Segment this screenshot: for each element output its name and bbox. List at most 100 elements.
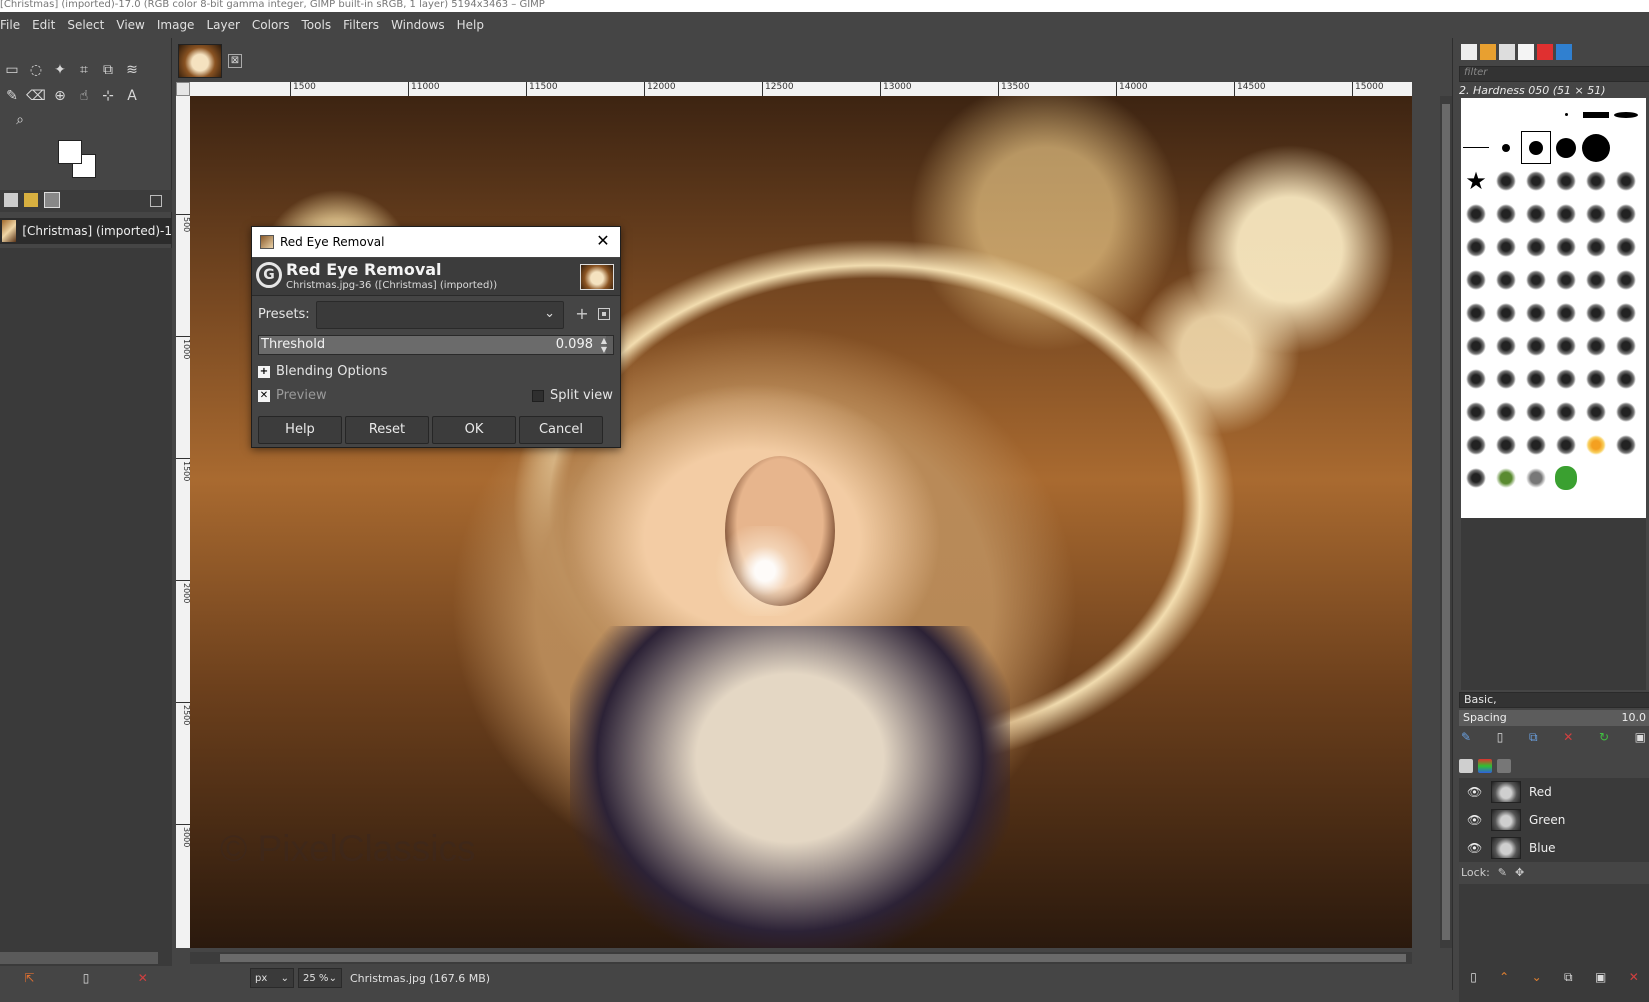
brush-item[interactable] [1581, 164, 1611, 197]
brush-item[interactable] [1521, 98, 1551, 131]
new-brush-icon[interactable]: ▯ [1497, 730, 1504, 748]
eye-icon[interactable]: 👁 [1467, 785, 1485, 799]
open-as-image-icon[interactable]: ▣ [1635, 730, 1646, 748]
text-icon[interactable]: A [120, 84, 144, 108]
brush-item[interactable] [1521, 428, 1551, 461]
menu-tools[interactable]: Tools [302, 18, 332, 32]
preview-checkbox[interactable]: ✕ Preview [258, 388, 327, 403]
brush-item[interactable] [1551, 230, 1581, 263]
brush-item[interactable] [1611, 395, 1641, 428]
brush-item[interactable] [1461, 428, 1491, 461]
vertical-ruler[interactable]: 500 1000 1500 2000 2500 3000 [176, 96, 190, 948]
clone-icon[interactable]: ⊕ [48, 84, 72, 108]
brush-item[interactable] [1461, 461, 1491, 494]
channel-to-selection-icon[interactable]: ▣ [1595, 970, 1606, 984]
image-tab[interactable]: ⊠ [178, 42, 254, 80]
pepper-brush-icon[interactable] [1551, 461, 1581, 494]
palettes-tab-icon[interactable] [1537, 44, 1553, 60]
menu-colors[interactable]: Colors [252, 18, 290, 32]
horizontal-ruler[interactable]: 1500 11000 11500 12000 12500 13000 13500… [190, 82, 1412, 96]
left-scrollbar[interactable] [0, 952, 158, 964]
images-tab-icon[interactable] [44, 192, 60, 208]
brush-item[interactable] [1491, 395, 1521, 428]
channels-tab-icon[interactable] [1478, 759, 1492, 773]
brush-item[interactable] [1521, 362, 1551, 395]
dialog-titlebar[interactable]: Red Eye Removal ✕ [252, 227, 620, 257]
brush-item[interactable] [1581, 362, 1611, 395]
brush-item[interactable] [1521, 263, 1551, 296]
paths-tab-icon[interactable] [1497, 759, 1511, 773]
presets-combo[interactable]: ⌄ [316, 301, 564, 329]
brush-item[interactable] [1551, 263, 1581, 296]
cancel-button[interactable]: Cancel [519, 416, 603, 444]
lock-pixels-icon[interactable]: ✎ [1498, 866, 1507, 879]
channel-row[interactable]: 👁 Green [1459, 806, 1649, 834]
brush-item[interactable] [1551, 395, 1581, 428]
brush-item[interactable] [1581, 197, 1611, 230]
patterns-tab-icon[interactable] [1480, 44, 1496, 60]
help-button[interactable]: Help [258, 416, 342, 444]
duplicate-brush-icon[interactable]: ⧉ [1529, 730, 1538, 748]
brush-item[interactable] [1491, 230, 1521, 263]
brush-item[interactable] [1491, 131, 1521, 164]
menu-filters[interactable]: Filters [343, 18, 379, 32]
channel-row[interactable]: 👁 Red [1459, 778, 1649, 806]
lock-position-icon[interactable]: ✥ [1515, 866, 1524, 879]
brush-item[interactable] [1491, 329, 1521, 362]
canvas-horizontal-scrollbar[interactable] [190, 952, 1412, 964]
duplicate-channel-icon[interactable]: ⧉ [1564, 970, 1573, 985]
brush-item[interactable] [1551, 98, 1581, 131]
brush-item[interactable] [1551, 131, 1581, 164]
brush-item[interactable] [1611, 230, 1641, 263]
brush-item[interactable] [1521, 395, 1551, 428]
brush-item[interactable] [1551, 296, 1581, 329]
fuzzy-select-icon[interactable]: ✦ [48, 58, 72, 82]
brush-item[interactable] [1551, 197, 1581, 230]
close-tab-icon[interactable]: ⊠ [228, 54, 242, 68]
brush-item[interactable] [1581, 395, 1611, 428]
vertical-scroll-thumb[interactable] [1442, 104, 1450, 940]
unit-select[interactable]: px ⌄ [250, 968, 294, 988]
spacing-slider[interactable]: Spacing 10.0 [1459, 710, 1649, 726]
menu-layer[interactable]: Layer [206, 18, 239, 32]
new-view-icon[interactable]: ▯ [83, 971, 90, 985]
fonts-tab-icon[interactable] [1499, 44, 1515, 60]
brush-item[interactable] [1611, 362, 1641, 395]
brush-item[interactable] [1461, 230, 1491, 263]
brush-item[interactable] [1611, 197, 1641, 230]
brush-item[interactable] [1551, 428, 1581, 461]
brush-item[interactable] [1461, 362, 1491, 395]
ok-button[interactable]: OK [432, 416, 516, 444]
brush-item[interactable] [1491, 296, 1521, 329]
brush-grid[interactable]: ★ [1461, 98, 1646, 518]
image-canvas[interactable]: © PixelClassics [190, 96, 1412, 948]
menu-help[interactable]: Help [457, 18, 484, 32]
eraser-icon[interactable]: ⌫ [24, 84, 48, 108]
brush-item[interactable] [1551, 362, 1581, 395]
brush-item[interactable] [1611, 164, 1641, 197]
eye-icon[interactable]: 👁 [1467, 813, 1485, 827]
brush-item[interactable] [1581, 296, 1611, 329]
crop-icon[interactable]: ⌗ [72, 58, 96, 82]
zoom-select[interactable]: 25 % ⌄ [298, 968, 342, 988]
fg-bg-colors[interactable] [58, 140, 98, 180]
brush-item[interactable] [1491, 197, 1521, 230]
warp-icon[interactable]: ≋ [120, 58, 144, 82]
brush-item[interactable] [1581, 98, 1611, 131]
brush-item[interactable] [1461, 197, 1491, 230]
brush-tag-filter[interactable]: Basic, [1459, 692, 1649, 708]
channel-row[interactable]: 👁 Blue [1459, 834, 1649, 862]
brush-item[interactable] [1521, 296, 1551, 329]
canvas-vertical-scrollbar[interactable] [1440, 96, 1452, 948]
brush-item[interactable] [1461, 329, 1491, 362]
brush-item[interactable] [1611, 329, 1641, 362]
brush-item[interactable] [1611, 263, 1641, 296]
split-view-checkbox[interactable]: Split view [532, 388, 613, 403]
layers-tab-icon[interactable] [1459, 759, 1473, 773]
brush-item[interactable] [1491, 362, 1521, 395]
delete-channel-icon[interactable]: ✕ [1629, 970, 1639, 984]
smudge-icon[interactable]: ☝ [72, 84, 96, 108]
brush-item[interactable] [1581, 131, 1611, 164]
brush-item[interactable] [1611, 428, 1641, 461]
eye-icon[interactable]: 👁 [1467, 841, 1485, 855]
